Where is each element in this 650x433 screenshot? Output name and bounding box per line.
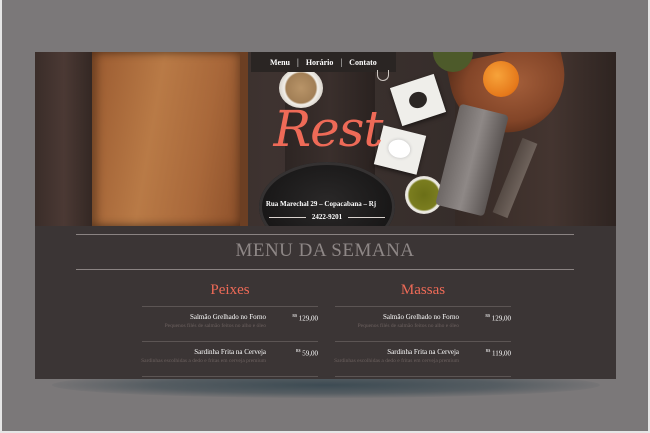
price-value: 129,00 bbox=[298, 314, 318, 323]
menu-item[interactable]: Sardinha Frita na Cerveja Sardinhas esco… bbox=[334, 342, 511, 377]
item-description: Pequenos filés de salmão feitos no alho … bbox=[164, 323, 266, 329]
menu-item[interactable]: Salmão Grelhado no Forno Pequenos filés … bbox=[142, 307, 318, 342]
item-name: Sardinha Frita na Cerveja bbox=[387, 348, 459, 356]
column-title: Peixes bbox=[210, 282, 250, 298]
price-value: 129,00 bbox=[491, 314, 511, 323]
item-name: Salmão Grelhado no Forno bbox=[382, 313, 459, 321]
pepper-dish-image bbox=[389, 73, 447, 127]
website-mockup: Menu | Horário | Contato Rest Rua Marech… bbox=[35, 52, 616, 379]
menu-title: MENU DA SEMANA bbox=[235, 240, 415, 261]
nav-item-contato[interactable]: Contato bbox=[342, 58, 384, 67]
item-price: R$ 129,00 bbox=[292, 313, 318, 322]
menu-column-peixes: Peixes Salmão Grelhado no Forno Pequenos… bbox=[141, 282, 318, 377]
phone-row: 2422-9201 bbox=[269, 212, 385, 222]
currency-symbol: R$ bbox=[295, 348, 301, 353]
nav-item-horario[interactable]: Horário bbox=[299, 58, 341, 67]
hook-icon bbox=[377, 70, 389, 81]
currency-symbol: R$ bbox=[485, 348, 491, 353]
restaurant-logo[interactable]: Rest bbox=[273, 104, 384, 154]
menu-item[interactable]: Salmão Grelhado no Forno Pequenos filés … bbox=[335, 307, 511, 342]
menu-item[interactable]: Sardinha Frita na Cerveja Sardinhas esco… bbox=[141, 342, 318, 377]
address-text: Rua Marechal 29 – Copacabana – Rj bbox=[265, 200, 377, 208]
currency-symbol: R$ bbox=[292, 313, 297, 318]
wood-plank bbox=[35, 52, 93, 226]
item-price: R$ 119,00 bbox=[486, 348, 511, 357]
divider bbox=[348, 216, 385, 218]
top-navigation: Menu | Horário | Contato bbox=[251, 52, 396, 72]
menu-column-massas: Massas Salmão Grelhado no Forno Pequenos… bbox=[334, 282, 511, 377]
item-description: Pequenos filés de salmão feitos no alho … bbox=[357, 323, 459, 329]
divider bbox=[76, 269, 574, 270]
item-name: Salmão Grelhado no Forno bbox=[189, 313, 266, 321]
currency-symbol: R$ bbox=[485, 313, 490, 318]
nav-item-menu[interactable]: Menu bbox=[263, 58, 297, 67]
divider bbox=[269, 216, 306, 218]
price-value: 59,00 bbox=[302, 349, 318, 358]
item-price: R$ 129,00 bbox=[485, 313, 511, 322]
item-name: Sardinha Frita na Cerveja bbox=[194, 348, 266, 356]
cutting-board bbox=[92, 52, 245, 226]
column-title: Massas bbox=[400, 282, 446, 298]
phone-number: 2422-9201 bbox=[311, 213, 343, 221]
price-value: 119,00 bbox=[492, 349, 511, 358]
divider bbox=[76, 234, 574, 235]
cutting-board-edge bbox=[240, 52, 248, 226]
hero-banner: Menu | Horário | Contato Rest Rua Marech… bbox=[35, 52, 616, 226]
item-description: Sardinhas escolhidas a dedo e fritas em … bbox=[141, 358, 266, 364]
item-description: Sardinhas escolhidas a dedo e fritas em … bbox=[334, 358, 459, 364]
item-price: R$ 59,00 bbox=[296, 348, 318, 357]
orange-image bbox=[483, 61, 519, 97]
